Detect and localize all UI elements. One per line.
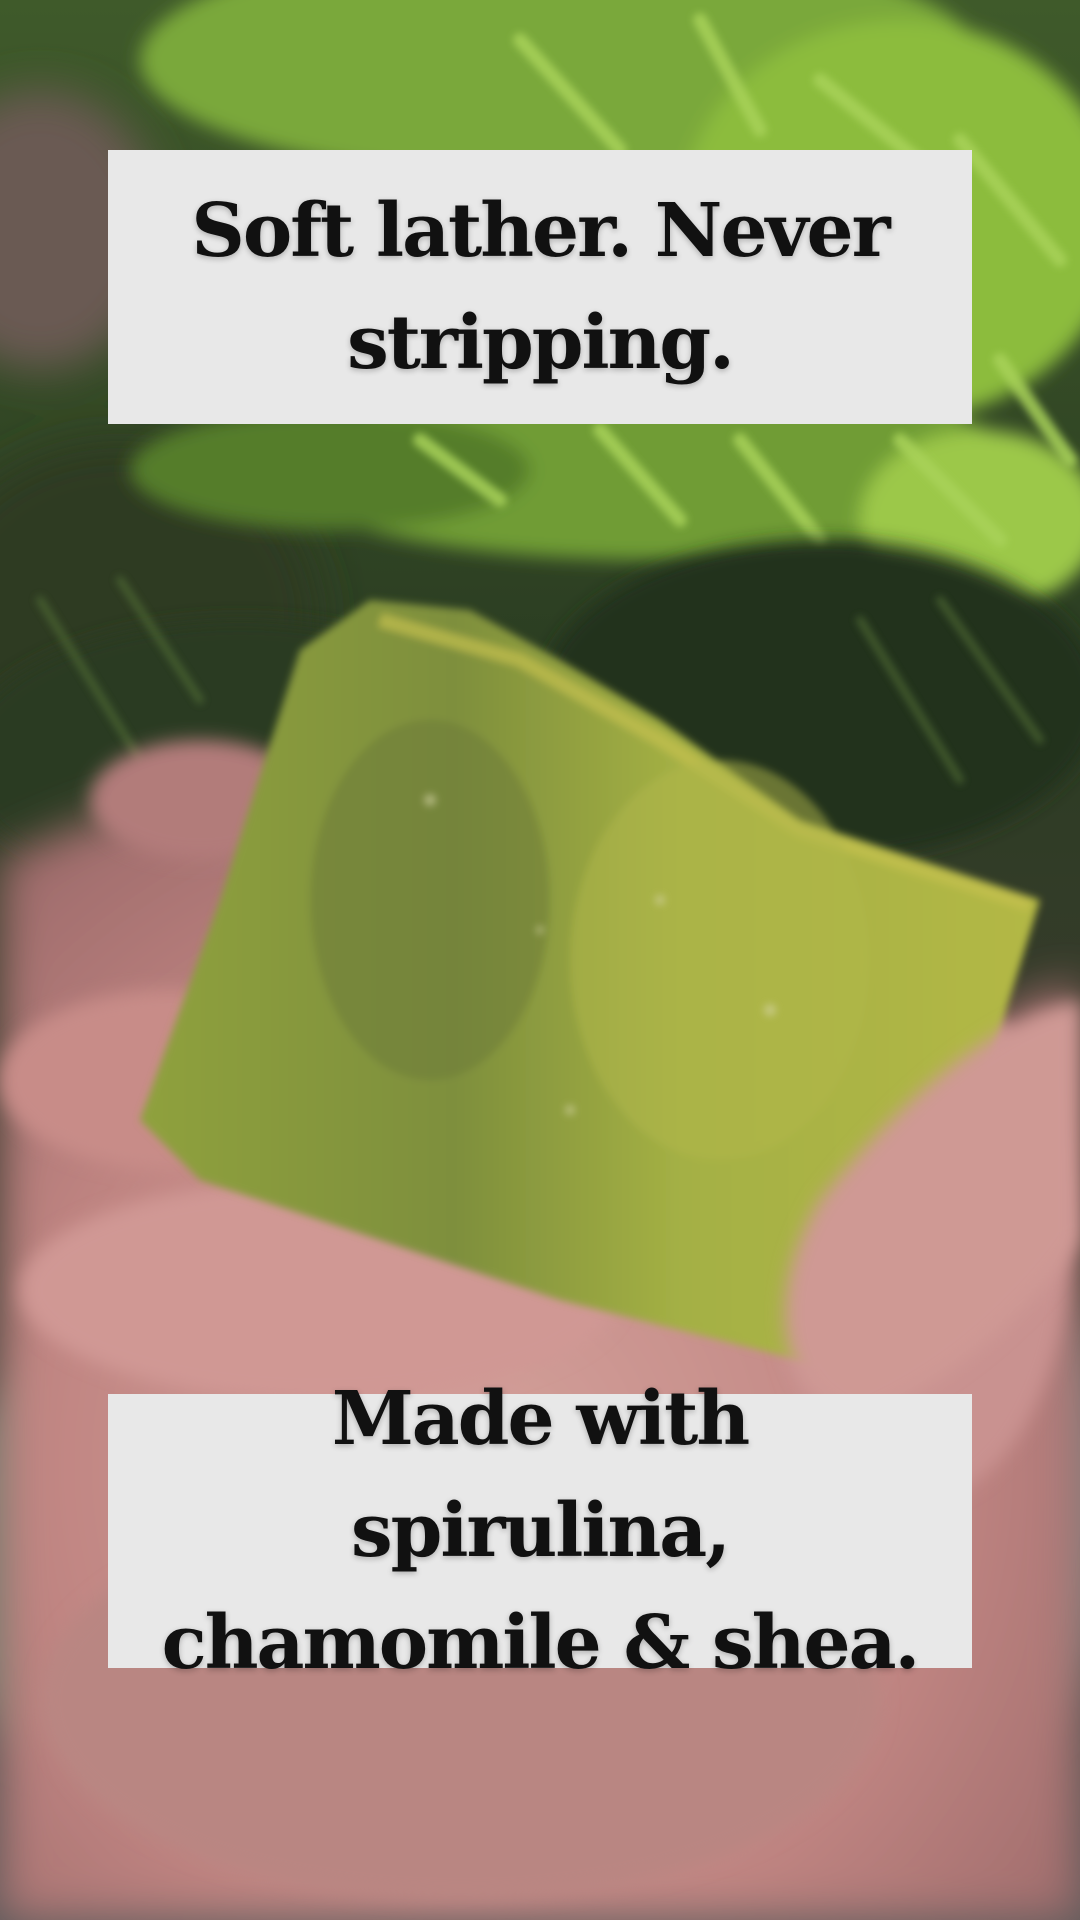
caption-bottom-text: Made with spirulina, chamomile & shea. (161, 1376, 921, 1686)
caption-bottom: Made with spirulina, chamomile & shea. (108, 1376, 972, 1686)
caption-top: Soft lather. Never stripping. (108, 150, 972, 424)
video-frame: Soft lather. Never stripping. Made with … (0, 0, 1080, 1920)
caption-top-text: Soft lather. Never stripping. (191, 188, 890, 386)
